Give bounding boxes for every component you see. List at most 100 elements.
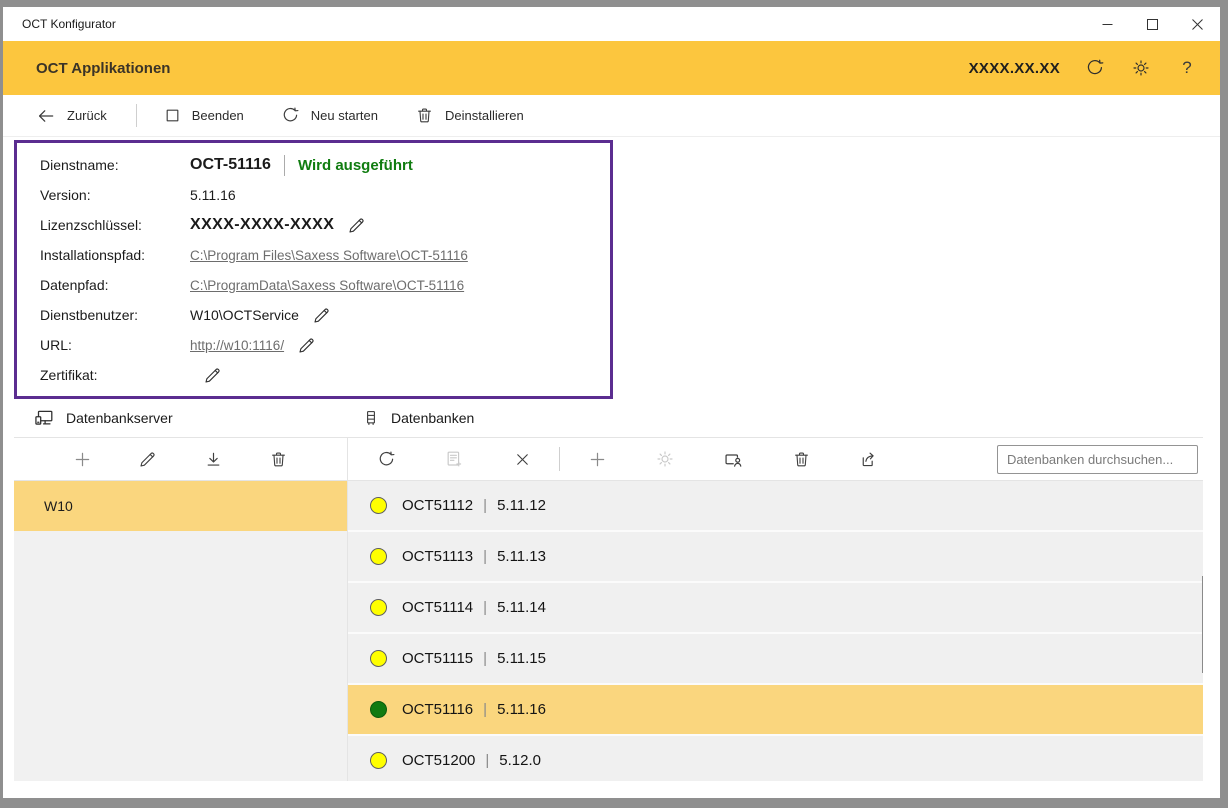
- database-name: OCT51114: [402, 599, 473, 616]
- status-dot-green: [370, 701, 387, 718]
- stop-square-icon: [164, 107, 181, 124]
- close-button[interactable]: [1175, 7, 1220, 41]
- command-bar: Zurück Beenden Neu starten Deinstalliere…: [3, 95, 1220, 137]
- new-from-template-icon: [443, 448, 465, 470]
- permissions-icon[interactable]: [722, 448, 744, 470]
- servers-panel-title: Datenbankserver: [66, 410, 173, 426]
- devices-icon: [33, 407, 55, 429]
- database-version: 5.11.12: [497, 497, 546, 514]
- minimize-button[interactable]: [1085, 7, 1130, 41]
- refresh-icon[interactable]: [1084, 57, 1106, 79]
- detail-value-group: [190, 366, 222, 385]
- servers-toolbar: [14, 438, 348, 480]
- window-frame: OCT Konfigurator OCT Applikationen XXXX.…: [0, 0, 1228, 808]
- edit-pencil-icon[interactable]: [312, 306, 331, 325]
- database-list-item[interactable]: OCT51112|5.11.12: [348, 481, 1203, 530]
- database-icon: [362, 409, 380, 427]
- server-name: W10: [44, 498, 73, 514]
- uninstall-button[interactable]: Deinstallieren: [415, 106, 524, 125]
- add-server-icon[interactable]: [71, 448, 93, 470]
- detail-row: URL:http://w10:1116/: [17, 330, 610, 360]
- detail-value: 5.11.16: [190, 187, 236, 203]
- detail-value: OCT-51116: [190, 156, 271, 174]
- uninstall-label: Deinstallieren: [445, 108, 524, 123]
- detail-link[interactable]: C:\Program Files\Saxess Software\OCT-511…: [190, 248, 468, 263]
- export-database-icon[interactable]: [858, 448, 880, 470]
- app-window: OCT Konfigurator OCT Applikationen XXXX.…: [3, 7, 1220, 798]
- scrollbar-thumb[interactable]: [1202, 576, 1203, 673]
- detail-label: Zertifikat:: [40, 367, 190, 383]
- name-version-separator: |: [483, 701, 487, 718]
- servers-panel-header: Datenbankserver: [14, 407, 348, 429]
- name-version-separator: |: [483, 599, 487, 616]
- back-button[interactable]: Zurück: [36, 106, 107, 126]
- detail-value-group: W10\OCTService: [190, 306, 331, 325]
- title-bar: OCT Konfigurator: [3, 7, 1220, 41]
- detail-row: Installationspfad:C:\Program Files\Saxes…: [17, 240, 610, 270]
- detail-value-group: http://w10:1116/: [190, 336, 316, 355]
- page-title: OCT Applikationen: [36, 60, 170, 77]
- detail-label: Lizenzschlüssel:: [40, 217, 190, 233]
- settings-gear-icon[interactable]: [1130, 57, 1152, 79]
- cancel-icon[interactable]: [511, 448, 533, 470]
- database-list: OCT51112|5.11.12OCT51113|5.11.13OCT51114…: [348, 481, 1203, 781]
- edit-pencil-icon[interactable]: [297, 336, 316, 355]
- database-list-item[interactable]: OCT51200|5.12.0: [348, 736, 1203, 781]
- detail-label: Installationspfad:: [40, 247, 190, 263]
- delete-database-icon[interactable]: [790, 448, 812, 470]
- databases-toolbar: [348, 438, 1203, 480]
- detail-value: W10\OCTService: [190, 307, 299, 323]
- database-settings-icon: [654, 448, 676, 470]
- add-database-icon[interactable]: [586, 448, 608, 470]
- delete-server-icon[interactable]: [268, 448, 290, 470]
- detail-row: Dienstname:OCT-51116 Wird ausgeführt: [17, 150, 610, 180]
- stop-label: Beenden: [192, 108, 244, 123]
- status-dot-yellow: [370, 599, 387, 616]
- edit-server-icon[interactable]: [137, 448, 159, 470]
- server-list-item[interactable]: W10: [14, 481, 347, 531]
- detail-link[interactable]: C:\ProgramData\Saxess Software\OCT-51116: [190, 278, 464, 293]
- restart-service-button[interactable]: Neu starten: [281, 106, 378, 125]
- service-status: Wird ausgeführt: [298, 157, 413, 174]
- stop-service-button[interactable]: Beenden: [164, 107, 244, 124]
- detail-value-group: 5.11.16: [190, 187, 236, 203]
- toolbar-divider: [559, 447, 560, 471]
- databases-panel-title: Datenbanken: [391, 410, 474, 426]
- window-title: OCT Konfigurator: [3, 17, 116, 31]
- maximize-icon: [1147, 19, 1158, 30]
- detail-row: Lizenzschlüssel:XXXX-XXXX-XXXX: [17, 210, 610, 240]
- toolbar-divider: [136, 104, 137, 127]
- panel-headers: Datenbankserver Datenbanken: [14, 399, 1203, 437]
- back-label: Zurück: [67, 108, 107, 123]
- import-server-icon[interactable]: [202, 448, 224, 470]
- database-list-item[interactable]: OCT51114|5.11.14: [348, 583, 1203, 632]
- detail-row: Dienstbenutzer:W10\OCTService: [17, 300, 610, 330]
- maximize-button[interactable]: [1130, 7, 1175, 41]
- database-name: OCT51112: [402, 497, 473, 514]
- database-version: 5.12.0: [499, 752, 541, 769]
- detail-link[interactable]: http://w10:1116/: [190, 338, 284, 353]
- status-dot-yellow: [370, 497, 387, 514]
- panel-toolbars: [14, 437, 1203, 481]
- trash-icon: [415, 106, 434, 125]
- version-label: XXXX.XX.XX: [969, 60, 1060, 77]
- edit-pencil-icon[interactable]: [203, 366, 222, 385]
- panel-lists: W10 OCT51112|5.11.12OCT51113|5.11.13OCT5…: [14, 481, 1203, 781]
- database-version: 5.11.16: [497, 701, 546, 718]
- search-databases-input[interactable]: [997, 445, 1198, 474]
- server-list: W10: [14, 481, 348, 781]
- database-list-item[interactable]: OCT51116|5.11.16: [348, 685, 1203, 734]
- database-list-item[interactable]: OCT51113|5.11.13: [348, 532, 1203, 581]
- help-icon[interactable]: ?: [1176, 57, 1198, 79]
- window-controls: [1085, 7, 1220, 41]
- edit-pencil-icon[interactable]: [347, 216, 366, 235]
- restart-icon: [281, 106, 300, 125]
- detail-label: Dienstbenutzer:: [40, 307, 190, 323]
- database-name: OCT51200: [402, 752, 475, 769]
- status-dot-yellow: [370, 650, 387, 667]
- database-list-item[interactable]: OCT51115|5.11.15: [348, 634, 1203, 683]
- refresh-databases-icon[interactable]: [375, 448, 397, 470]
- status-dot-yellow: [370, 548, 387, 565]
- detail-label: Version:: [40, 187, 190, 203]
- detail-label: Dienstname:: [40, 157, 190, 173]
